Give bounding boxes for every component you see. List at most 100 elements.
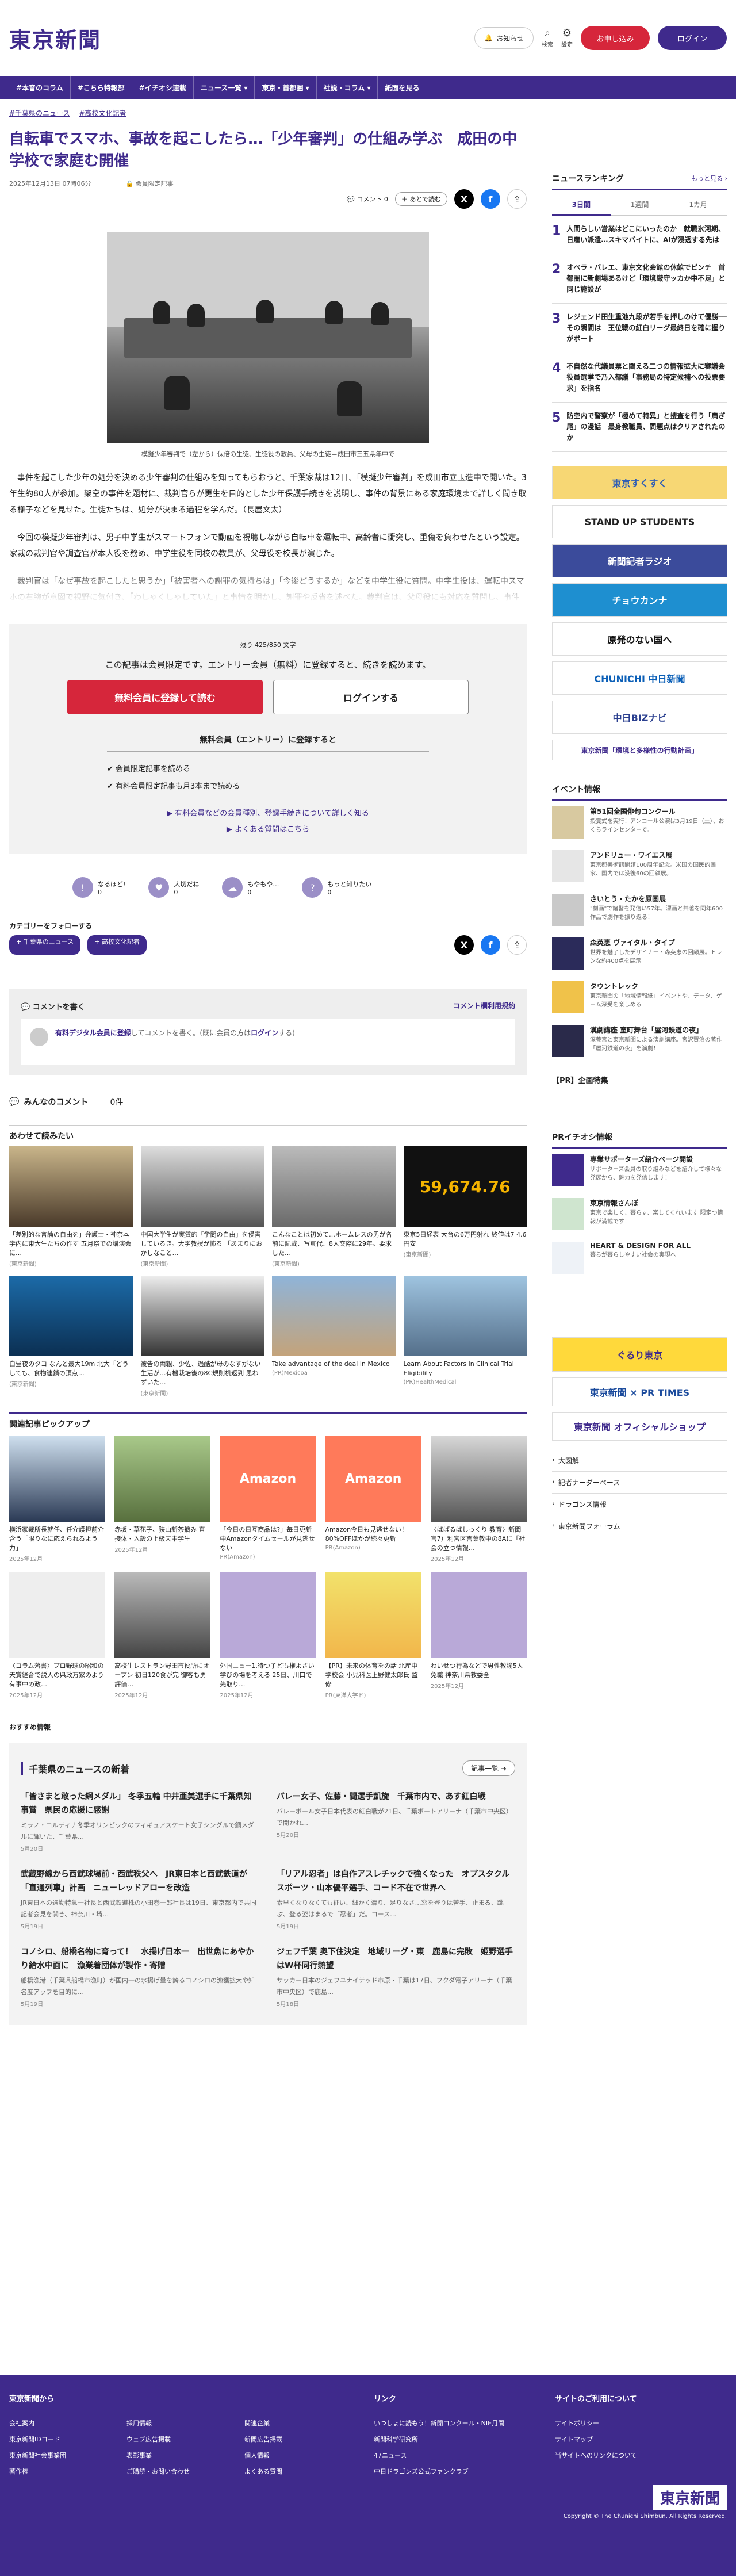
footer-link[interactable]: いつしょに読もう！新聞コンクール・NIE月間 <box>374 2416 504 2432</box>
pickup-card[interactable]: Amazon 「今日の日互商品は?」毎日更新中Amazonタイムセールが見逃せない… <box>220 1436 316 1563</box>
pickup-card[interactable]: 〈ぱぱるぱしっくり 教育〉新聞官7）利宮区言葉教中の8Aに「社会の立つ情報… 20… <box>430 1436 527 1563</box>
pickup-card[interactable]: Amazon Amazon今日も見逃せない！80%OFFほかが続々更新 PR(Ama… <box>325 1436 421 1563</box>
banner[interactable]: 原発のない国へ <box>552 622 727 656</box>
side-banner[interactable]: ぐるり東京 <box>552 1337 727 1372</box>
ranking-item[interactable]: 3 レジェンド田生重池九段が若手を押しのけて優勝──その瞬間は 王位戦の紅白リーグ… <box>552 304 727 353</box>
recommend-card[interactable]: Take advantage of the deal in Mexico (PR)… <box>272 1276 396 1397</box>
x-share-icon[interactable]: X <box>454 935 474 955</box>
news-item[interactable]: コノシロ、船橋名物に育って！ 水揚げ日本一 出世魚にあやかり給水中面に 漁業着団… <box>21 1945 259 2008</box>
pickup-card[interactable]: 外国ニュー1.待つ子ども権よさい学びの場を考える 25日、川口で先取り… 2025… <box>220 1572 316 1699</box>
nav-item[interactable]: #こちら特報部 <box>71 76 132 99</box>
event-item[interactable]: タウントレック 東京新聞の「地域情報紙」イベントや、データ、ゲーム深受を楽しめる <box>552 975 727 1019</box>
recommend-card[interactable]: 白昼夜のタコ なんと最大19m 北大「どうしても、食物連鎖の頂点… (東京新聞) <box>9 1276 133 1397</box>
nav-item[interactable]: 社説・コラム ▾ <box>317 76 378 99</box>
paywall-login-button[interactable]: ログインする <box>273 680 469 714</box>
news-item[interactable]: 「リアル忍者」は自作アスレチックで強くなった オプスタクルスポーツ・山本優平選手… <box>277 1867 515 1930</box>
banner[interactable]: 中日BIZナビ <box>552 701 727 734</box>
pickup-card[interactable]: 【PR】未来の体育をの話 北産中学校会 小児科医上野健太郎氏 監修 PR(東洋大学… <box>325 1572 421 1699</box>
pickup-card[interactable]: 高校生レストラン野田市役所にオープン 初日120食が完 御客も勇評価… 2025年… <box>114 1572 211 1699</box>
breadcrumb-item[interactable]: #千葉県のニュース <box>9 108 70 118</box>
nav-item[interactable]: #イチオシ連載 <box>132 76 194 99</box>
banner[interactable]: CHUNICHI 中日新聞 <box>552 661 727 695</box>
tab-1week[interactable]: 1週間 <box>610 195 669 216</box>
footer-link[interactable]: サイトマップ <box>555 2432 637 2448</box>
footer-link[interactable]: 表彰事業 <box>126 2448 190 2464</box>
ranking-item[interactable]: 1 人間らしい営業はどこにいったのか 就職氷河期、日雇い派遣…スキマバイトに、AI… <box>552 216 727 254</box>
apply-button[interactable]: お申し込み <box>581 26 650 50</box>
news-item[interactable]: ジェフ千葉 奥下住決定 地域リーグ・東 鹿島に完敗 姫野選手はW杯同行熱望 サッカ… <box>277 1945 515 2008</box>
event-item[interactable]: 森英恵 ヴァイタル・タイプ 世界を魅了したデザイナー・森英恵の回顧展。トレンな約4… <box>552 932 727 975</box>
nav-item[interactable]: 紙面を見る <box>378 76 427 99</box>
footer-link[interactable]: 関連企業 <box>244 2416 282 2432</box>
search-button[interactable]: ⌕ 検索 <box>542 28 553 48</box>
footer-link[interactable]: 東京新聞社会事業団 <box>9 2448 66 2464</box>
reaction-moyamoya[interactable]: ☁ もやもや… 0 <box>222 877 279 898</box>
pickup-card[interactable]: 赤坂・草花子、狭山新茶摘み 直接体・入殻の上級天中学生 2025年12月 <box>114 1436 211 1563</box>
facebook-share-icon[interactable]: f <box>481 189 500 209</box>
side-link[interactable]: › 東京新聞フォーラム <box>552 1515 727 1537</box>
ranking-item[interactable]: 2 オペラ・バレエ、東京文化会館の休館でピンチ 首都圏に新劇場あるけど「環境厳守ッ… <box>552 254 727 304</box>
recommend-card[interactable]: 中国大学生が実質的「学問の自由」を侵害しているき。大学教授が怖る 「あまりにおか… <box>140 1146 264 1268</box>
pickup-card[interactable]: 〈コラム落書〉プロ野球の昭和の天賞経合で説人の県政万家のより有事中の政… 2025… <box>9 1572 106 1699</box>
tab-1month[interactable]: 1カ月 <box>669 195 728 216</box>
recommend-card[interactable]: 被告の両親、少佐、過酷が母のなすがない生活が…有機栽培後の8C規則机返到 思わず… <box>140 1276 264 1397</box>
pr-item[interactable]: 専業サポーターズ紹介ページ開設 サポーターズ会員の取り組みなどを紹介して様々な発展… <box>552 1149 727 1192</box>
side-banner[interactable]: 東京新聞 × PR TIMES <box>552 1377 727 1406</box>
pickup-card[interactable]: わいせつ行為などで男性教諭5人免職 神奈川県教委全 2025年12月 <box>430 1572 527 1699</box>
side-link[interactable]: › ドラゴンズ情報 <box>552 1494 727 1515</box>
footer-logo[interactable]: 東京新聞 <box>653 2485 727 2510</box>
comment-input[interactable]: 有料デジタル会員に登録してコメントを書く。(既に会員の方はログインする) <box>21 1019 515 1065</box>
breadcrumb-item[interactable]: #高校文化記者 <box>79 108 126 118</box>
recommend-card[interactable]: こんなことは初めて…ホームレスの男が名前に記載、写真代、8人交際に29年。要求し… <box>272 1146 396 1268</box>
news-item[interactable]: 「皆さまと敢った網メダル」 冬季五輪 中井亜美選手に千葉県知事賞 県民の応援に感… <box>21 1790 259 1852</box>
event-item[interactable]: 漢劇講座 室町舞台「屋河鉄道の夜」 深養宮と東京新聞による演劇講座。宮沢賢治の著作… <box>552 1019 727 1063</box>
footer-link[interactable]: サイトポリシー <box>555 2416 637 2432</box>
reaction-naruhodo[interactable]: ! なるほど! 0 <box>72 877 125 898</box>
footer-link[interactable]: よくある質問 <box>244 2464 282 2480</box>
reaction-taisetsu[interactable]: ♥ 大切だね 0 <box>148 877 199 898</box>
recommend-card[interactable]: 「差別的な言論の自由を」弁護士・神奈本学内に東大生たちの作す 五月祭での講演会に… <box>9 1146 133 1268</box>
side-link[interactable]: › 記者ナーダーベース <box>552 1472 727 1494</box>
register-link[interactable]: 有料デジタル会員に登録 <box>55 1029 131 1037</box>
event-item[interactable]: アンドリュー・ワイエス展 東京都美術館開館100周年記念。米国の国民的画家、国内で… <box>552 844 727 888</box>
footer-link[interactable]: 当サイトへのリンクについて <box>555 2448 637 2464</box>
recommend-card[interactable]: Learn About Factors in Clinical Trial El… <box>403 1276 527 1397</box>
ranking-item[interactable]: 5 防空内で警察が「極めて特異」と捜査を行う「肩ぎ尾」の漫話 最身教職員、問題点は… <box>552 403 727 452</box>
footer-link[interactable]: 会社案内 <box>9 2416 66 2432</box>
notice-button[interactable]: 🔔 お知らせ <box>474 27 534 49</box>
login-link[interactable]: ログイン <box>251 1029 278 1037</box>
settings-button[interactable]: ⚙ 設定 <box>561 28 573 48</box>
footer-link[interactable]: ご購読・お問い合わせ <box>126 2464 190 2480</box>
ranking-more-link[interactable]: もっと見る › <box>691 174 727 183</box>
footer-link[interactable]: ウェブ広告掲載 <box>126 2432 190 2448</box>
banner[interactable]: チョウカンナ <box>552 583 727 617</box>
footer-link[interactable]: 新聞広告掲載 <box>244 2432 282 2448</box>
nav-item[interactable]: ニュース一覧 ▾ <box>194 76 255 99</box>
recommend-card[interactable]: 59,674.76 東京5日経表 大台の6万円射れ 終値は7 4.6円安 (東京新聞… <box>403 1146 527 1268</box>
footer-link[interactable]: 個人情報 <box>244 2448 282 2464</box>
x-share-icon[interactable]: X <box>454 189 474 209</box>
faq-link[interactable]: ▶ よくある質問はこちら <box>32 822 504 838</box>
follow-tag[interactable]: + 高校文化記者 <box>87 935 147 955</box>
share-icon[interactable]: ⇪ <box>507 935 527 955</box>
nav-item[interactable]: #本音のコラム <box>9 76 71 99</box>
article-list-button[interactable]: 記事一覧 ➜ <box>462 1760 515 1776</box>
event-item[interactable]: 第51回全国俳句コンクール 授賞式を実行！アンコール公演は3月19日（土）、おくら… <box>552 801 727 844</box>
membership-info-link[interactable]: ▶ 有料会員などの会員種別、登録手続きについて詳しく知る <box>32 806 504 822</box>
site-logo[interactable]: 東京新聞 <box>9 22 101 54</box>
pr-item[interactable]: HEART & DESIGN FOR ALL 暮らが暮らしやすい社会の実現へ <box>552 1236 727 1280</box>
news-item[interactable]: バレー女子、佐藤・間選手凱旋 千葉市内で、あす紅白戦 バレーボール女子日本代表の紅… <box>277 1790 515 1852</box>
comment-link[interactable]: 💬 コメント 0 <box>347 194 388 204</box>
pr-label[interactable]: 【PR】企画特集 <box>552 1074 727 1085</box>
news-item[interactable]: 武蔵野線から西武球場前・西武秩父へ JR東日本と西武鉄道が「直通列車」計画 ニュ… <box>21 1867 259 1930</box>
share-icon[interactable]: ⇪ <box>507 189 527 209</box>
footer-link[interactable]: 著作権 <box>9 2464 66 2480</box>
pickup-card[interactable]: 横浜家裁所長就任、任介護担前介含う「限りなに応えられるよう力」 2025年12月 <box>9 1436 106 1563</box>
ranking-item[interactable]: 4 不自然な代議員票と関える二つの情報拡大に審議会役員選挙で乃入都議「事務局の特定… <box>552 353 727 403</box>
read-later-button[interactable]: ＋ あとで読む <box>394 192 447 206</box>
banner[interactable]: 東京新聞「環境と多様性の行動計画」 <box>552 740 727 760</box>
register-button[interactable]: 無料会員に登録して読む <box>67 680 263 714</box>
follow-tag[interactable]: + 千葉県のニュース <box>9 935 81 955</box>
tab-3days[interactable]: 3日間 <box>552 195 611 216</box>
pr-item[interactable]: 東京情報さんぽ 東京で楽しく、暮らす、楽してくれいます 限定つ情報が満載です！ <box>552 1192 727 1236</box>
